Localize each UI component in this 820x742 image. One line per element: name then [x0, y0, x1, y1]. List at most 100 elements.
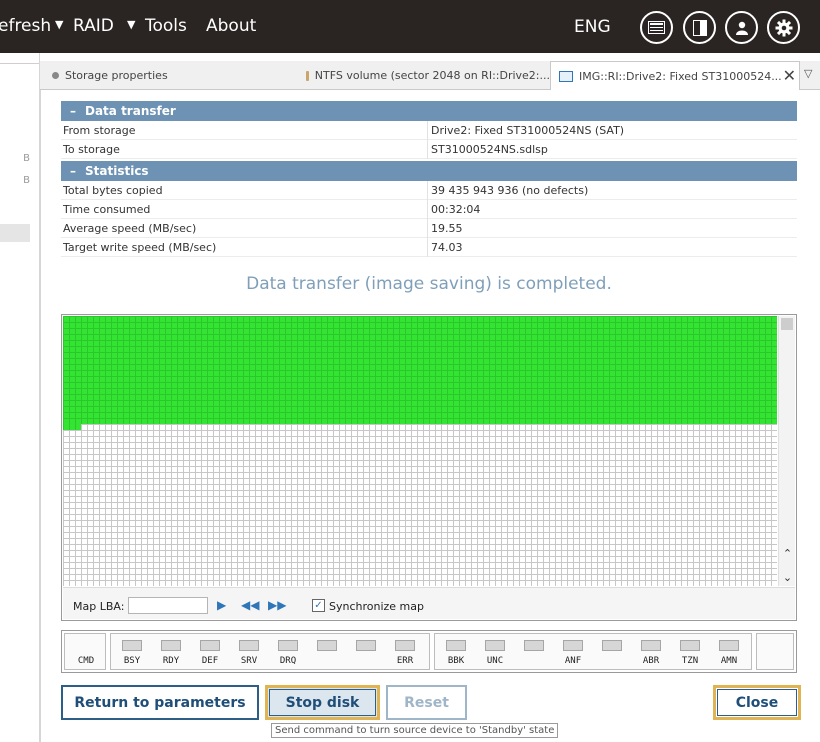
indicator-label: ERR [396, 656, 414, 666]
tab-image-drive2[interactable]: IMG::RI::Drive2: Fixed ST31000524... ✕ [550, 61, 800, 91]
column-divider [427, 181, 428, 200]
indicator-label: DRQ [279, 656, 297, 666]
cmd-indicator-group: CMD [64, 633, 106, 670]
statistics-header[interactable]: – Statistics [61, 161, 797, 181]
stop-disk-tooltip: Send command to turn source device to 'S… [271, 723, 559, 738]
folder-icon [306, 70, 309, 81]
indicator-led [563, 640, 583, 651]
property-value: Drive2: Fixed ST31000524NS (SAT) [431, 124, 625, 137]
property-row: Average speed (MB/sec) 19.55 [61, 219, 797, 238]
property-key: Average speed (MB/sec) [63, 222, 197, 235]
collapse-icon[interactable]: – [61, 164, 85, 178]
fast-forward-icon[interactable]: ▶▶ [268, 598, 286, 612]
tab-list-dropdown-icon[interactable]: ▽ [804, 67, 812, 80]
property-value: 74.03 [431, 241, 463, 254]
extra-indicator-group [756, 633, 794, 670]
sector-grid[interactable] [63, 316, 777, 586]
indicator-label: BSY [123, 656, 141, 666]
property-key: Target write speed (MB/sec) [63, 241, 217, 254]
column-divider [427, 238, 428, 257]
error-indicator-group: BBK UNC ANF ABR TZN AMN [434, 633, 752, 670]
rewind-icon[interactable]: ◀◀ [241, 598, 259, 612]
indicator-label: CMD [77, 656, 95, 666]
menu-about[interactable]: About [206, 16, 256, 36]
reset-button[interactable]: Reset [386, 685, 467, 720]
property-row: To storage ST31000524NS.sdlsp [61, 140, 797, 159]
tree-item[interactable]: B [0, 153, 30, 164]
scrollbar-thumb[interactable] [781, 318, 793, 330]
data-transfer-header[interactable]: – Data transfer [61, 101, 797, 121]
indicator-led [446, 640, 466, 651]
column-divider [427, 200, 428, 219]
indicator-label: ANF [564, 656, 582, 666]
menu-tools[interactable]: Tools [145, 16, 187, 36]
sector-map-completed [63, 316, 777, 424]
window-icon[interactable] [640, 11, 673, 44]
indicator-led [680, 640, 700, 651]
indicator-led [719, 640, 739, 651]
dot-icon [52, 72, 59, 79]
property-key: Time consumed [63, 203, 151, 216]
user-icon[interactable] [725, 11, 758, 44]
tab-label: IMG::RI::Drive2: Fixed ST31000524... [579, 69, 782, 83]
indicator-led [278, 640, 298, 651]
left-panel-divider [0, 63, 39, 64]
language-selector[interactable]: ENG [574, 17, 611, 37]
tab-bar: Storage properties NTFS volume (sector 2… [40, 61, 820, 91]
tab-label: Storage properties [65, 69, 168, 82]
top-menu-bar: efresh ▼ RAID ▼ Tools About ENG [0, 0, 820, 53]
return-to-parameters-button[interactable]: Return to parameters [61, 685, 259, 720]
indicator-label: ABR [642, 656, 660, 666]
tree-item[interactable]: B [0, 175, 30, 186]
menu-refresh[interactable]: efresh [0, 16, 51, 36]
tab-label: NTFS volume (sector 2048 on RI::Drive2:.… [314, 69, 550, 82]
indicator-led [317, 640, 337, 651]
indicator-led [122, 640, 142, 651]
collapse-icon[interactable]: – [61, 104, 85, 118]
indicator-led [641, 640, 661, 651]
indicator-label: TZN [681, 656, 699, 666]
sector-map: ⌃ ⌄ Map LBA: ▶ ◀◀ ▶▶ ✓ Synchronize map [61, 314, 797, 621]
indicator-led [200, 640, 220, 651]
sector-map-completed-tail [63, 424, 81, 430]
property-row: Total bytes copied 39 435 943 936 (no de… [61, 181, 797, 200]
indicator-led [395, 640, 415, 651]
section-title: Statistics [85, 164, 149, 178]
map-scrollbar[interactable]: ⌃ ⌄ [778, 316, 795, 586]
tools-dropdown-icon[interactable]: ▼ [127, 18, 135, 31]
play-icon[interactable]: ▶ [217, 598, 226, 612]
map-footer: Map LBA: ▶ ◀◀ ▶▶ ✓ Synchronize map [63, 587, 795, 619]
section-title: Data transfer [85, 104, 176, 118]
map-lba-label: Map LBA: [73, 600, 125, 613]
disk-image-icon [559, 70, 573, 82]
column-divider [427, 140, 428, 159]
tab-ntfs-volume[interactable]: NTFS volume (sector 2048 on RI::Drive2:.… [306, 61, 550, 90]
left-tree-panel: B B [0, 53, 40, 742]
indicator-label: BBK [447, 656, 465, 666]
raid-dropdown-icon[interactable]: ▼ [55, 18, 63, 31]
indicator-led [161, 640, 181, 651]
tab-storage-properties[interactable]: Storage properties [52, 61, 302, 90]
indicator-label: UNC [486, 656, 504, 666]
tree-item-selected[interactable] [0, 224, 30, 242]
indicator-led [356, 640, 376, 651]
scroll-up-icon[interactable]: ⌃ [779, 547, 796, 560]
map-lba-input[interactable] [128, 597, 208, 614]
status-message: Data transfer (image saving) is complete… [246, 274, 612, 294]
stop-disk-button[interactable]: Stop disk [265, 685, 380, 720]
indicator-led [524, 640, 544, 651]
synchronize-map-checkbox[interactable]: ✓ [312, 599, 325, 612]
scroll-down-icon[interactable]: ⌄ [779, 571, 796, 584]
indicator-led [239, 640, 259, 651]
menu-raid[interactable]: RAID [73, 16, 114, 36]
panel-icon[interactable] [683, 11, 716, 44]
register-indicator-group: BSY RDY DEF SRV DRQ ERR [110, 633, 430, 670]
close-button[interactable]: Close [713, 685, 801, 720]
device-status-indicators: CMD BSY RDY DEF SRV DRQ ERR BBK UNC ANF … [61, 630, 797, 673]
gear-icon[interactable] [767, 11, 800, 44]
property-key: To storage [63, 143, 120, 156]
indicator-led [485, 640, 505, 651]
close-tab-icon[interactable]: ✕ [783, 66, 796, 85]
property-key: From storage [63, 124, 136, 137]
indicator-label: DEF [201, 656, 219, 666]
